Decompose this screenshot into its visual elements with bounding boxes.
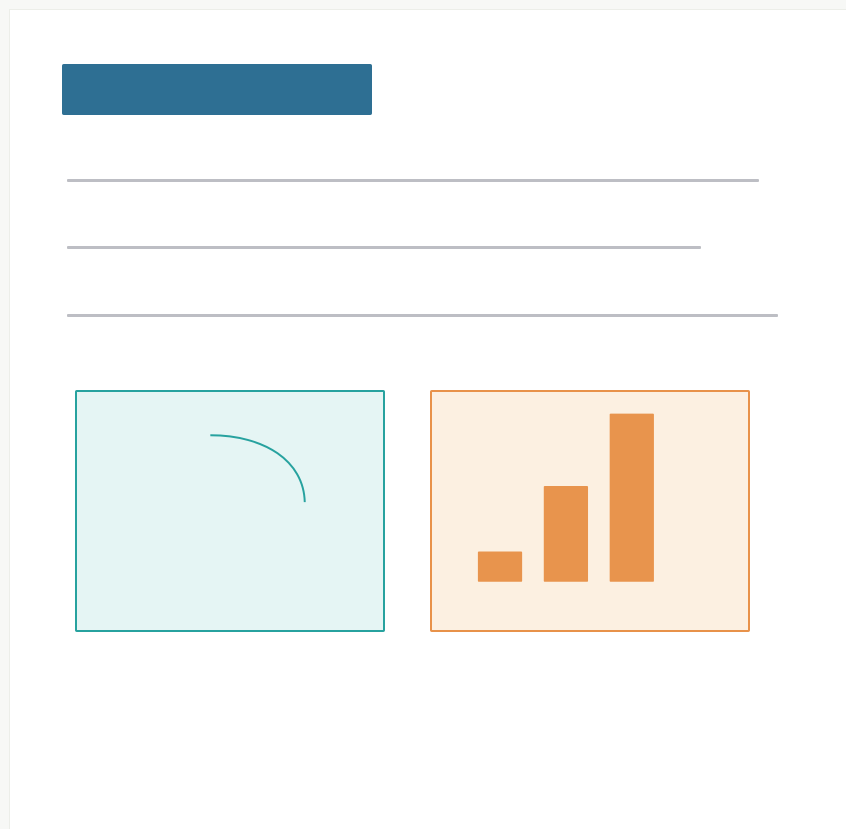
bar-3	[609, 413, 654, 582]
right-card	[430, 390, 750, 632]
bar-1	[477, 551, 523, 582]
document-page	[9, 9, 846, 829]
left-card	[75, 390, 385, 632]
text-line-placeholder	[67, 246, 701, 249]
arc-icon	[210, 434, 306, 503]
title-placeholder-bar	[62, 64, 372, 115]
text-line-placeholder	[67, 314, 778, 317]
bar-chart-icon	[477, 413, 654, 582]
arc-curve	[210, 434, 306, 503]
bar-2	[543, 485, 589, 582]
text-line-placeholder	[67, 179, 759, 182]
